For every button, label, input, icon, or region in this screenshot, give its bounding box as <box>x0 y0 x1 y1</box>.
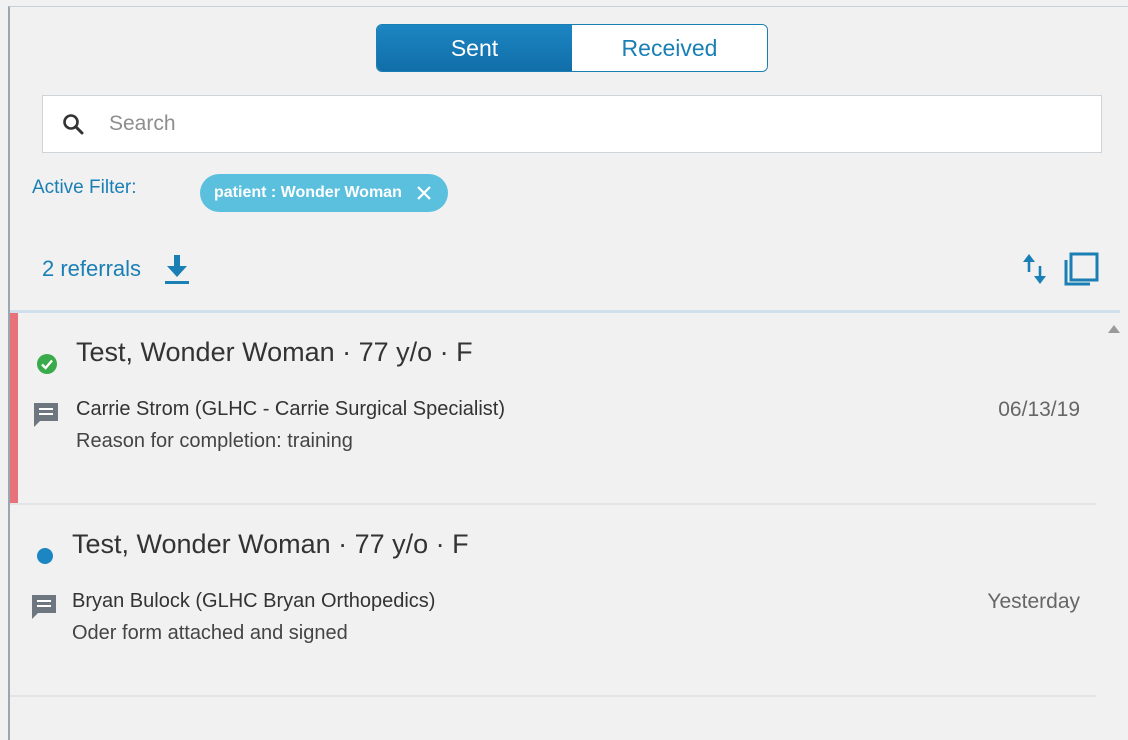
provider-name: Bryan Bulock (GLHC Bryan Orthopedics) <box>72 590 436 612</box>
download-icon[interactable] <box>163 253 191 285</box>
search-input[interactable] <box>107 111 1101 137</box>
tab-received[interactable]: Received <box>572 25 767 71</box>
scroll-up-arrow[interactable] <box>1108 325 1120 333</box>
tab-sent[interactable]: Sent <box>377 25 572 71</box>
list-item[interactable]: Test, Wonder Woman · 77 y/o · F Carrie S… <box>10 313 1096 505</box>
referrals-panel: Sent Received Active Filter: patient : W… <box>8 6 1128 740</box>
referral-summary: 2 referrals <box>42 253 191 285</box>
referral-note: Reason for completion: training <box>76 430 353 452</box>
active-filter-label: Active Filter: <box>32 177 137 198</box>
patient-title: Test, Wonder Woman · 77 y/o · F <box>72 529 469 559</box>
unread-dot-icon <box>37 548 53 564</box>
patient-title: Test, Wonder Woman · 77 y/o · F <box>76 337 473 367</box>
filter-chip: patient : Wonder Woman <box>200 174 448 212</box>
referral-count: 2 referrals <box>42 256 142 281</box>
referral-list: Test, Wonder Woman · 77 y/o · F Carrie S… <box>10 313 1096 697</box>
search-icon <box>63 114 84 135</box>
search-box <box>42 95 1102 153</box>
copy-icon[interactable] <box>1062 251 1100 287</box>
sort-icon[interactable] <box>1020 252 1050 286</box>
filter-chip-label: patient : Wonder Woman <box>214 184 402 201</box>
referral-date: Yesterday <box>987 590 1080 613</box>
message-icon <box>32 595 56 619</box>
provider-name: Carrie Strom (GLHC - Carrie Surgical Spe… <box>76 398 505 420</box>
referral-date: 06/13/19 <box>998 398 1080 421</box>
check-circle-icon <box>37 354 57 374</box>
message-icon <box>34 403 58 427</box>
list-tools <box>1020 251 1100 287</box>
list-item[interactable]: Test, Wonder Woman · 77 y/o · F Bryan Bu… <box>10 505 1096 697</box>
referral-note: Oder form attached and signed <box>72 622 348 644</box>
close-icon[interactable] <box>416 185 432 201</box>
sent-received-toggle: Sent Received <box>376 24 768 72</box>
